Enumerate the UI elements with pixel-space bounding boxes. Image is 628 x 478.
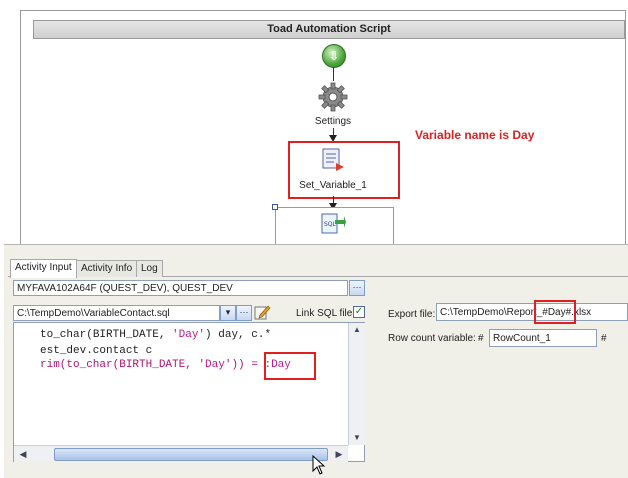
sql-export-icon[interactable]: SQL [320,212,346,236]
selection-handle[interactable] [272,204,278,210]
export-variable-highlight [534,300,576,324]
export-file-field[interactable]: C:\TempDemo\Report_#Day#.xlsx [436,303,628,321]
sql-line-3: rim(to_char(BIRTH_DATE, 'Day')) = :Day [40,359,291,371]
sql-line-1: to_char(BIRTH_DATE, 'Day') day, c.* [40,329,272,341]
horizontal-scrollbar[interactable]: ◀ ▶ [14,445,348,462]
sql-file-browse-button[interactable]: ··· [236,305,252,321]
edit-sql-icon[interactable] [253,303,271,321]
day-variable-highlight [264,352,316,380]
tab-activity-info[interactable]: Activity Info [76,260,138,277]
rowcount-hash-left: # [478,333,484,344]
rowcount-label: Row count variable: [388,333,476,344]
canvas-title: Toad Automation Script [33,20,625,39]
connector-line [333,67,334,81]
tab-activity-input[interactable]: Activity Input [10,259,77,278]
scroll-thumb[interactable] [54,448,328,461]
tab-log[interactable]: Log [136,260,163,277]
svg-text:SQL: SQL [324,221,337,228]
rowcount-hash-right: # [601,333,607,344]
rowcount-field[interactable]: RowCount_1 [489,329,597,347]
vertical-scrollbar[interactable]: ▲ ▼ [348,323,365,445]
annotation-text: Variable name is Day [415,128,535,142]
start-node-icon[interactable]: ⇩ [322,44,346,68]
link-sql-label: Link SQL file [296,308,353,319]
sql-file-field[interactable]: C:\TempDemo\VariableContact.sql [13,305,220,321]
sql-file-dropdown-button[interactable]: ▾ [220,305,236,321]
set-variable-icon[interactable] [320,146,346,172]
sql-editor[interactable] [13,322,365,462]
set-variable-label: Set_Variable_1 [299,180,367,191]
connection-field[interactable]: MYFAVA102A64F (QUEST_DEV), QUEST_DEV [13,280,348,296]
link-sql-checkbox[interactable]: ✓ [353,306,365,318]
export-file-label: Export file: [388,309,436,320]
mouse-cursor-icon [312,454,326,475]
settings-label: Settings [314,116,352,127]
settings-gear-icon[interactable] [318,82,348,112]
connection-browse-button[interactable]: ··· [349,280,365,296]
sql-line-2: est_dev.contact c [40,345,153,357]
